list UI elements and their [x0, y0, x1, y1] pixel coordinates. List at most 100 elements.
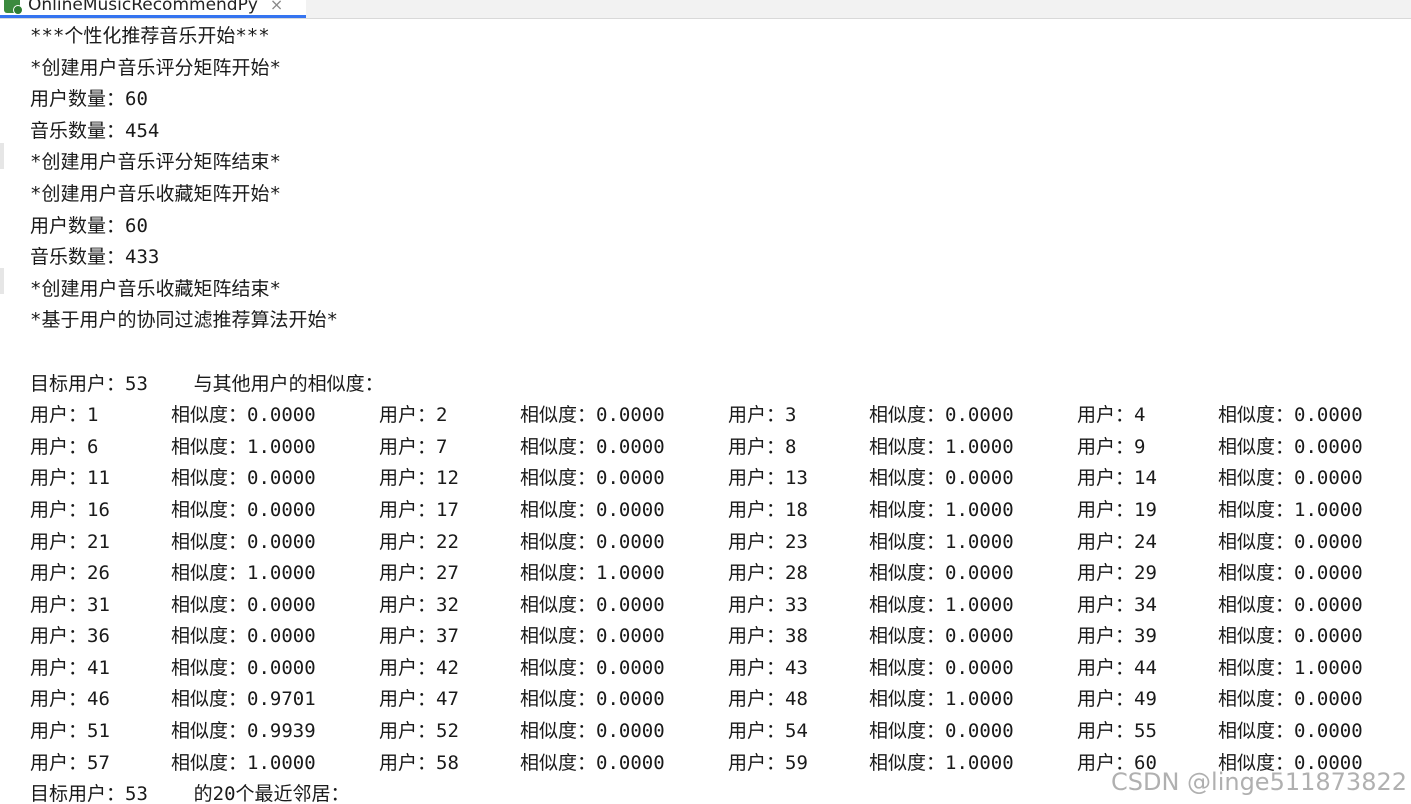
console-line: *创建用户音乐评分矩阵开始* — [30, 56, 281, 79]
similarity-value-cell: 相似度：0.0000 — [869, 625, 1014, 648]
similarity-value-cell: 相似度：1.0000 — [869, 751, 1014, 774]
console-line: ***个性化推荐音乐开始*** — [30, 25, 270, 47]
similarity-value-cell: 相似度：0.0000 — [520, 467, 665, 490]
console-line: *创建用户音乐收藏矩阵结束* — [30, 277, 281, 300]
similarity-value-cell: 相似度：1.0000 — [520, 562, 665, 585]
similarity-row: 用户：11 相似度：0.0000 用户：12 相似度：0.0000 用户：13 相似度：0… — [30, 463, 1400, 495]
console-line-target-user: 目标用户：53 与其他用户的相似度： — [30, 372, 384, 395]
console-line: *创建用户音乐评分矩阵结束* — [30, 151, 281, 174]
similarity-row: 用户：51 相似度：0.9939 用户：52 相似度：0.0000 用户：54 相似度：0… — [30, 716, 1400, 748]
similarity-value-cell: 相似度：0.0000 — [520, 593, 665, 616]
user-id-cell: 用户：41 — [30, 656, 110, 679]
user-id-cell: 用户：23 — [728, 530, 808, 553]
python-file-icon — [4, 0, 23, 15]
user-id-cell: 用户：36 — [30, 625, 110, 648]
user-id-cell: 用户：16 — [30, 498, 110, 521]
similarity-row: 用户：26 相似度：1.0000 用户：27 相似度：1.0000 用户：28 相似度：0… — [30, 558, 1400, 590]
console-line: 音乐数量：433 — [30, 246, 160, 269]
console-gutter — [0, 19, 9, 804]
similarity-value-cell: 相似度：0.0000 — [171, 530, 316, 553]
user-id-cell: 用户：59 — [728, 751, 808, 774]
similarity-value-cell: 相似度：0.0000 — [1218, 404, 1363, 427]
similarity-value-cell: 相似度：0.0000 — [171, 656, 316, 679]
user-id-cell: 用户：58 — [379, 751, 459, 774]
gutter-marker — [0, 143, 4, 169]
user-id-cell: 用户：26 — [30, 562, 110, 585]
user-id-cell: 用户：46 — [30, 688, 110, 711]
tab-online-music-recommend[interactable]: OnlineMusicRecommendPy × — [0, 0, 306, 18]
user-id-cell: 用户：24 — [1077, 530, 1157, 553]
user-id-cell: 用户：34 — [1077, 593, 1157, 616]
user-id-cell: 用户：43 — [728, 656, 808, 679]
similarity-value-cell: 相似度：0.0000 — [1218, 435, 1363, 458]
user-id-cell: 用户：19 — [1077, 498, 1157, 521]
user-id-cell: 用户：42 — [379, 656, 459, 679]
console-line: *创建用户音乐收藏矩阵开始* — [30, 182, 281, 205]
user-id-cell: 用户：28 — [728, 562, 808, 585]
user-id-cell: 用户：49 — [1077, 688, 1157, 711]
user-id-cell: 用户：29 — [1077, 562, 1157, 585]
user-id-cell: 用户：52 — [379, 720, 459, 743]
similarity-value-cell: 相似度：0.0000 — [520, 688, 665, 711]
similarity-value-cell: 相似度：0.0000 — [520, 404, 665, 427]
similarity-value-cell: 相似度：0.9939 — [171, 720, 316, 743]
user-id-cell: 用户：39 — [1077, 625, 1157, 648]
similarity-value-cell: 相似度：1.0000 — [869, 593, 1014, 616]
user-id-cell: 用户：57 — [30, 751, 110, 774]
similarity-value-cell: 相似度：0.0000 — [171, 498, 316, 521]
user-id-cell: 用户：1 — [30, 404, 99, 427]
similarity-value-cell: 相似度：0.0000 — [1218, 625, 1363, 648]
similarity-value-cell: 相似度：1.0000 — [171, 435, 316, 458]
user-id-cell: 用户：55 — [1077, 720, 1157, 743]
similarity-grid: 用户：1 相似度：0.0000 用户：2 相似度：0.0000 用户：3 相似度：0.00… — [30, 400, 1400, 779]
similarity-value-cell: 相似度：0.0000 — [171, 625, 316, 648]
user-id-cell: 用户：18 — [728, 498, 808, 521]
user-id-cell: 用户：2 — [379, 404, 448, 427]
similarity-value-cell: 相似度：0.0000 — [520, 435, 665, 458]
similarity-value-cell: 相似度：0.0000 — [869, 467, 1014, 490]
similarity-value-cell: 相似度：1.0000 — [171, 751, 316, 774]
user-id-cell: 用户：51 — [30, 720, 110, 743]
gutter-marker — [0, 268, 4, 294]
user-id-cell: 用户：37 — [379, 625, 459, 648]
user-id-cell: 用户：8 — [728, 435, 797, 458]
similarity-value-cell: 相似度：1.0000 — [171, 562, 316, 585]
similarity-value-cell: 相似度：0.0000 — [520, 625, 665, 648]
similarity-row: 用户：6 相似度：1.0000 用户：7 相似度：0.0000 用户：8 相似度：1.00… — [30, 432, 1400, 464]
similarity-value-cell: 相似度：0.0000 — [171, 593, 316, 616]
user-id-cell: 用户：54 — [728, 720, 808, 743]
tab-title: OnlineMusicRecommendPy — [28, 0, 258, 15]
user-id-cell: 用户：44 — [1077, 656, 1157, 679]
similarity-value-cell: 相似度：0.0000 — [171, 467, 316, 490]
watermark: CSDN @linge511873822 — [1110, 768, 1407, 796]
user-id-cell: 用户：47 — [379, 688, 459, 711]
similarity-value-cell: 相似度：1.0000 — [869, 688, 1014, 711]
similarity-row: 用户：1 相似度：0.0000 用户：2 相似度：0.0000 用户：3 相似度：0.00… — [30, 400, 1400, 432]
close-icon[interactable]: × — [270, 0, 283, 14]
similarity-value-cell: 相似度：0.0000 — [1218, 530, 1363, 553]
user-id-cell: 用户：4 — [1077, 404, 1146, 427]
similarity-value-cell: 相似度：0.0000 — [171, 404, 316, 427]
user-id-cell: 用户：33 — [728, 593, 808, 616]
user-id-cell: 用户：48 — [728, 688, 808, 711]
user-id-cell: 用户：14 — [1077, 467, 1157, 490]
similarity-row: 用户：36 相似度：0.0000 用户：37 相似度：0.0000 用户：38 相似度：0… — [30, 621, 1400, 653]
similarity-value-cell: 相似度：0.0000 — [520, 530, 665, 553]
user-id-cell: 用户：27 — [379, 562, 459, 585]
console-line: 用户数量：60 — [30, 88, 148, 111]
similarity-value-cell: 相似度：0.0000 — [869, 404, 1014, 427]
similarity-row: 用户：41 相似度：0.0000 用户：42 相似度：0.0000 用户：43 相似度：0… — [30, 653, 1400, 685]
similarity-value-cell: 相似度：0.9701 — [171, 688, 316, 711]
run-console-output[interactable]: ***个性化推荐音乐开始*** *创建用户音乐评分矩阵开始* 用户数量：60 音… — [30, 21, 1400, 804]
similarity-value-cell: 相似度：0.0000 — [520, 498, 665, 521]
user-id-cell: 用户：21 — [30, 530, 110, 553]
user-id-cell: 用户：11 — [30, 467, 110, 490]
user-id-cell: 用户：9 — [1077, 435, 1146, 458]
user-id-cell: 用户：12 — [379, 467, 459, 490]
user-id-cell: 用户：31 — [30, 593, 110, 616]
user-id-cell: 用户：38 — [728, 625, 808, 648]
similarity-row: 用户：21 相似度：0.0000 用户：22 相似度：0.0000 用户：23 相似度：1… — [30, 527, 1400, 559]
user-id-cell: 用户：7 — [379, 435, 448, 458]
similarity-value-cell: 相似度：0.0000 — [520, 720, 665, 743]
